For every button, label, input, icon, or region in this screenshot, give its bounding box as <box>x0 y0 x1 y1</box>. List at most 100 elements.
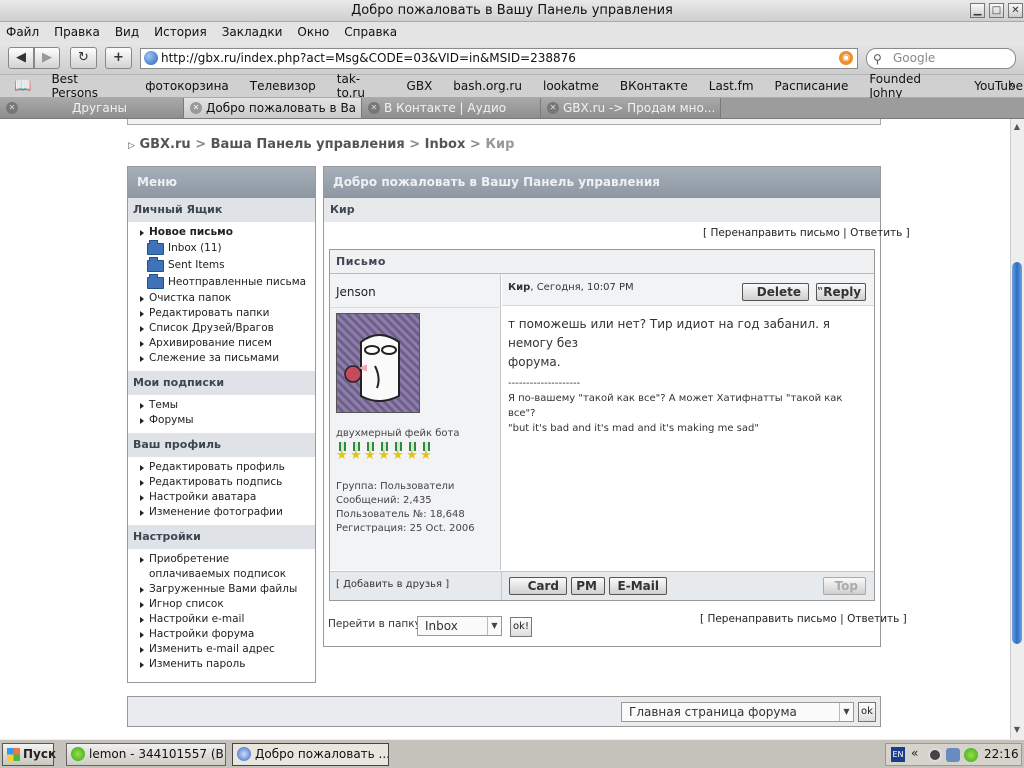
chevron-left-icon[interactable]: « <box>911 746 918 760</box>
folder-sent[interactable]: Sent Items <box>128 257 315 274</box>
breadcrumb-panel[interactable]: Ваша Панель управления <box>211 137 405 152</box>
bookmark-item[interactable]: фотокорзина <box>145 79 229 93</box>
back-icon[interactable]: ◀ <box>8 47 34 69</box>
sidebar-item-subscriptions-purchase[interactable]: Приобретение оплачиваемых подписок <box>128 552 315 582</box>
avatar <box>336 313 420 413</box>
top-button[interactable]: Top <box>823 577 866 595</box>
menu-bookmarks[interactable]: Закладки <box>222 25 283 39</box>
sender-name[interactable]: Кир <box>508 282 530 293</box>
forum-jump-ok-button[interactable]: ok <box>858 702 876 722</box>
url-text: http://gbx.ru/index.php?act=Msg&CODE=03&… <box>161 51 576 65</box>
scroll-down-icon[interactable]: ▼ <box>1010 724 1024 736</box>
address-bar[interactable]: http://gbx.ru/index.php?act=Msg&CODE=03&… <box>140 48 858 69</box>
breadcrumb-inbox[interactable]: Inbox <box>425 137 466 152</box>
menu-edit[interactable]: Правка <box>54 25 100 39</box>
media-icon[interactable] <box>928 748 942 762</box>
star-medal-icon: ★ <box>406 442 419 462</box>
bookmark-item[interactable]: Расписание <box>775 79 849 93</box>
sidebar-item-edit-profile[interactable]: Редактировать профиль <box>128 460 315 475</box>
close-tab-icon[interactable]: ✕ <box>547 102 559 114</box>
menu-history[interactable]: История <box>154 25 207 39</box>
bookmark-item[interactable]: Founded Johny <box>869 72 953 100</box>
add-friend-link[interactable]: [ Добавить в друзья ] <box>336 579 449 590</box>
maximize-button[interactable]: □ <box>989 3 1004 18</box>
sidebar-item-archive[interactable]: Архивирование писем <box>128 336 315 351</box>
taskbar-item[interactable]: lemon - 344101557 (В се... <box>66 743 226 766</box>
menu-help[interactable]: Справка <box>344 25 397 39</box>
folder-inbox[interactable]: Inbox (11) <box>128 240 315 257</box>
menu-view[interactable]: Вид <box>115 25 139 39</box>
sidebar-item-ignore[interactable]: Игнор список <box>128 597 315 612</box>
tab[interactable]: ✕ В Контакте | Аудио <box>362 98 541 118</box>
sidebar-item-new-message[interactable]: Новое письмо <box>128 225 315 240</box>
sidebar-item-buddy-list[interactable]: Список Друзей/Врагов <box>128 321 315 336</box>
search-input[interactable]: ⚲ Google <box>866 48 1016 69</box>
sidebar-item-uploads[interactable]: Загруженные Вами файлы <box>128 582 315 597</box>
sidebar-item-avatar[interactable]: Настройки аватара <box>128 490 315 505</box>
tab[interactable]: ✕ GBX.ru -> Продам мно... <box>541 98 721 118</box>
folder-unsent[interactable]: Неотправленные письма <box>128 274 315 291</box>
reply-link[interactable]: Ответить <box>850 227 902 239</box>
bookmark-item[interactable]: tak-to.ru <box>337 72 386 100</box>
add-bookmark-icon[interactable]: + <box>105 47 132 69</box>
breadcrumb-separator: > <box>469 137 481 152</box>
sidebar-item-tracking[interactable]: Слежение за письмами <box>128 351 315 366</box>
rss-icon[interactable]: ◉ <box>839 51 853 65</box>
menu-window[interactable]: Окно <box>297 25 329 39</box>
network-icon[interactable] <box>946 748 960 762</box>
sidebar-item-forum-settings[interactable]: Настройки форума <box>128 627 315 642</box>
language-indicator[interactable]: EN <box>891 747 905 762</box>
bookmark-item[interactable]: Телевизор <box>250 79 316 93</box>
sidebar-item-forums[interactable]: Форумы <box>128 413 315 428</box>
close-tab-icon[interactable]: ✕ <box>368 102 380 114</box>
sidebar-item-topics[interactable]: Темы <box>128 398 315 413</box>
author-name[interactable]: Jenson <box>336 285 376 299</box>
card-button[interactable]: Card <box>509 577 567 595</box>
sidebar-item-edit-folders[interactable]: Редактировать папки <box>128 306 315 321</box>
sidebar-item-edit-signature[interactable]: Редактировать подпись <box>128 475 315 490</box>
tab[interactable]: ✕ Друганы <box>0 98 184 118</box>
scroll-up-icon[interactable]: ▲ <box>1010 121 1024 133</box>
start-button[interactable]: Пуск <box>2 743 56 766</box>
forward-icon[interactable]: ▶ <box>34 47 60 69</box>
sidebar-item-change-password[interactable]: Изменить пароль <box>128 657 315 672</box>
email-label: E-Mail <box>617 579 659 593</box>
goto-ok-button[interactable]: ok! <box>510 617 532 637</box>
chevron-down-icon: ▼ <box>487 617 501 635</box>
folder-select[interactable]: Inbox ▼ <box>417 616 502 636</box>
bookmark-item[interactable]: Last.fm <box>709 79 754 93</box>
delete-button[interactable]: Delete <box>742 283 809 301</box>
forward-link[interactable]: Перенаправить письмо <box>707 613 836 625</box>
minimize-button[interactable]: ▁ <box>970 3 985 18</box>
bookmark-item[interactable]: ВКонтакте <box>620 79 688 93</box>
goto-folder-label: Перейти в папку: <box>328 618 425 630</box>
forum-jump-select[interactable]: Главная страница форума ▼ <box>621 702 854 722</box>
reply-button[interactable]: ‟Reply <box>816 283 866 301</box>
sidebar-item-photo[interactable]: Изменение фотографии <box>128 505 315 520</box>
tab-label: GBX.ru -> Продам мно... <box>563 101 714 115</box>
author-posts: Сообщений: 2,435 <box>336 495 432 506</box>
email-button[interactable]: E-Mail <box>609 577 667 595</box>
tab-active[interactable]: ✕ Добро пожаловать в Ва... <box>184 98 362 118</box>
sidebar-item-empty-folders[interactable]: Очистка папок <box>128 291 315 306</box>
sidebar-item-email-settings[interactable]: Настройки e-mail <box>128 612 315 627</box>
reply-link[interactable]: Ответить <box>847 613 899 625</box>
forward-link[interactable]: Перенаправить письмо <box>710 227 839 239</box>
menu-file[interactable]: Файл <box>6 25 39 39</box>
close-tab-icon[interactable]: ✕ <box>6 102 18 114</box>
reload-icon[interactable]: ↻ <box>70 47 97 69</box>
chevron-more-icon[interactable]: » <box>1008 78 1016 93</box>
bookmark-item[interactable]: bash.org.ru <box>453 79 522 93</box>
breadcrumb-site[interactable]: GBX.ru <box>139 137 190 152</box>
icq-flower-icon[interactable] <box>964 748 978 762</box>
book-icon[interactable]: 📖 <box>14 78 31 94</box>
bookmark-item[interactable]: Best Persons <box>51 72 124 100</box>
taskbar-item-active[interactable]: Добро пожаловать ... <box>232 743 389 766</box>
bookmark-item[interactable]: lookatme <box>543 79 599 93</box>
close-tab-icon[interactable]: ✕ <box>190 102 202 114</box>
sidebar-item-change-email[interactable]: Изменить e-mail адрес <box>128 642 315 657</box>
scrollbar-thumb[interactable] <box>1012 262 1022 644</box>
close-window-button[interactable]: ✕ <box>1008 3 1023 18</box>
bookmark-item[interactable]: GBX <box>407 79 433 93</box>
pm-button[interactable]: PM <box>571 577 605 595</box>
